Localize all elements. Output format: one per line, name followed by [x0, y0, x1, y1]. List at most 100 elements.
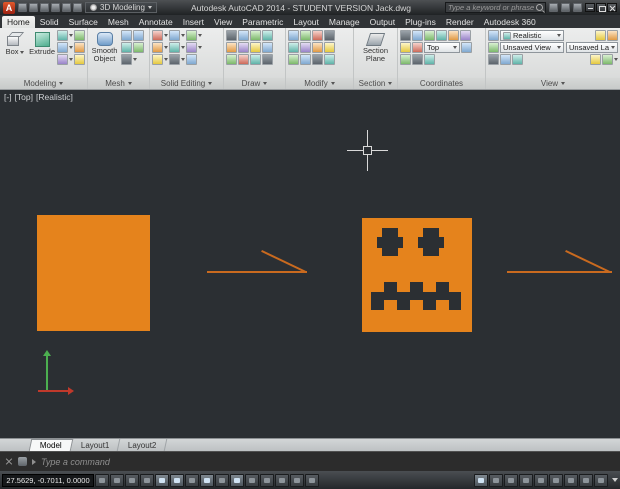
- maximize-button[interactable]: [596, 3, 606, 12]
- toolbar-lock-button[interactable]: [564, 473, 578, 487]
- ribbon-tab-surface[interactable]: Surface: [64, 16, 103, 28]
- panel-label-view[interactable]: View: [486, 77, 620, 89]
- array-icon[interactable]: [312, 54, 323, 65]
- arrow-line-2[interactable]: [507, 271, 612, 273]
- dynamic-ucs-toggle[interactable]: [215, 473, 229, 487]
- app-menu-button[interactable]: A: [3, 1, 15, 14]
- 3d-object-snap-toggle[interactable]: [185, 473, 199, 487]
- rectangle-icon[interactable]: [226, 42, 237, 53]
- close-button[interactable]: [607, 3, 617, 12]
- polyline-icon[interactable]: [238, 30, 249, 41]
- explode-icon[interactable]: [324, 42, 335, 53]
- minimize-button[interactable]: [585, 3, 595, 12]
- ucs-origin-icon[interactable]: [436, 30, 447, 41]
- presspull-icon[interactable]: [57, 54, 68, 65]
- revolve-icon[interactable]: [57, 42, 68, 53]
- region-icon[interactable]: [250, 54, 261, 65]
- coordinates-readout[interactable]: 27.5629, -0.7011, 0.0000: [2, 473, 94, 487]
- copy-icon[interactable]: [288, 42, 299, 53]
- ucs-x-icon[interactable]: [400, 42, 411, 53]
- render-icon[interactable]: [602, 54, 613, 65]
- selection-cycling-toggle[interactable]: [290, 473, 304, 487]
- materials-icon[interactable]: [590, 54, 601, 65]
- ribbon-tab-plugins[interactable]: Plug-ins: [400, 16, 441, 28]
- viewport-controls-icon[interactable]: [488, 30, 499, 41]
- boundary-icon[interactable]: [238, 54, 249, 65]
- tab-layout1[interactable]: Layout1: [70, 439, 121, 451]
- visual-style-dropdown[interactable]: Realistic: [500, 30, 564, 41]
- point-icon[interactable]: [262, 54, 273, 65]
- panel-label-mesh[interactable]: Mesh: [88, 77, 149, 89]
- arrow-barb-1[interactable]: [261, 250, 307, 273]
- smooth-more-icon[interactable]: [121, 30, 132, 41]
- lineweight-toggle[interactable]: [245, 473, 259, 487]
- quick-properties-toggle[interactable]: [275, 473, 289, 487]
- spline-icon[interactable]: [250, 42, 261, 53]
- ribbon-tab-annotate[interactable]: Annotate: [134, 16, 178, 28]
- ucs-previous-icon[interactable]: [424, 30, 435, 41]
- section-plane-button[interactable]: Section Plane: [361, 30, 390, 64]
- ortho-toggle[interactable]: [140, 473, 154, 487]
- ribbon-tab-parametric[interactable]: Parametric: [237, 16, 288, 28]
- panel-label-modeling[interactable]: Modeling: [0, 77, 87, 89]
- isolate-objects-button[interactable]: [579, 473, 593, 487]
- snap-toggle[interactable]: [110, 473, 124, 487]
- circle-icon[interactable]: [250, 30, 261, 41]
- sun-icon[interactable]: [607, 30, 618, 41]
- named-view-dropdown[interactable]: Unsaved View: [500, 42, 564, 53]
- viewport-configuration-icon[interactable]: [488, 54, 499, 65]
- panel-label-section[interactable]: Section: [354, 77, 397, 89]
- ucs-world-icon[interactable]: [412, 30, 423, 41]
- layer-state-dropdown[interactable]: Unsaved Layer State: [566, 42, 618, 53]
- tab-layout2[interactable]: Layout2: [117, 439, 169, 451]
- polar-tracking-toggle[interactable]: [155, 473, 169, 487]
- grid-toggle[interactable]: [125, 473, 139, 487]
- named-views-icon[interactable]: [488, 42, 499, 53]
- navigation-bar-icon[interactable]: [500, 54, 511, 65]
- ucs-face-icon[interactable]: [400, 54, 411, 65]
- viewport-view-control[interactable]: [Top]: [15, 92, 33, 102]
- stretch-icon[interactable]: [288, 54, 299, 65]
- command-customize-icon[interactable]: [18, 457, 27, 466]
- helix-icon[interactable]: [74, 54, 85, 65]
- arrow-line-1[interactable]: [207, 271, 307, 273]
- panel-label-solid-editing[interactable]: Solid Editing: [150, 77, 223, 89]
- infer-constraints-toggle[interactable]: [95, 473, 109, 487]
- line-icon[interactable]: [226, 30, 237, 41]
- signin-icon[interactable]: [549, 3, 558, 12]
- ucs-settings-icon[interactable]: [424, 54, 435, 65]
- annotation-visibility-toggle[interactable]: [534, 473, 548, 487]
- ribbon-tab-insert[interactable]: Insert: [178, 16, 209, 28]
- ribbon-tab-solid[interactable]: Solid: [35, 16, 64, 28]
- offset-icon[interactable]: [324, 54, 335, 65]
- drawing-viewport[interactable]: [-] [Top] [Realistic]: [0, 90, 620, 438]
- intersect-icon[interactable]: [186, 30, 197, 41]
- ribbon-tab-layout[interactable]: Layout: [288, 16, 324, 28]
- exchange-apps-icon[interactable]: [561, 3, 570, 12]
- fillet-edge-icon[interactable]: [169, 42, 180, 53]
- search-icon[interactable]: [536, 4, 543, 11]
- ellipse-icon[interactable]: [238, 42, 249, 53]
- subtract-icon[interactable]: [169, 30, 180, 41]
- ucs-icon[interactable]: [400, 30, 411, 41]
- annotation-monitor-toggle[interactable]: [305, 473, 319, 487]
- object-snap-toggle[interactable]: [170, 473, 184, 487]
- open-file-icon[interactable]: [29, 3, 38, 12]
- quick-view-drawings-button[interactable]: [504, 473, 518, 487]
- dynamic-input-toggle[interactable]: [230, 473, 244, 487]
- ucs-named-icon[interactable]: [461, 42, 472, 53]
- view-cube-icon[interactable]: [512, 54, 523, 65]
- move-icon[interactable]: [288, 30, 299, 41]
- smooth-less-icon[interactable]: [133, 30, 144, 41]
- separate-icon[interactable]: [169, 54, 180, 65]
- add-crease-icon[interactable]: [133, 42, 144, 53]
- union-icon[interactable]: [152, 30, 163, 41]
- ribbon-tab-autodesk360[interactable]: Autodesk 360: [479, 16, 541, 28]
- fillet-icon[interactable]: [312, 42, 323, 53]
- redo-icon[interactable]: [73, 3, 82, 12]
- check-interference-icon[interactable]: [186, 54, 197, 65]
- viewport-menu-control[interactable]: [-]: [4, 92, 12, 102]
- object-snap-tracking-toggle[interactable]: [200, 473, 214, 487]
- ucs-y-icon[interactable]: [412, 42, 423, 53]
- ucs-view-dropdown[interactable]: Top: [424, 42, 460, 53]
